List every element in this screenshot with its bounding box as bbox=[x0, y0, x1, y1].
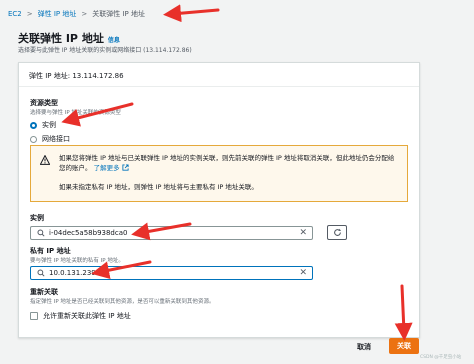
resource-type-label: 资源类型 bbox=[30, 99, 58, 107]
instance-label: 实例 bbox=[30, 214, 44, 222]
clear-icon[interactable]: ✕ bbox=[299, 269, 307, 278]
watermark: CSDN @千足虫小站 bbox=[420, 355, 462, 360]
reassociation-label: 重新关联 bbox=[30, 288, 58, 296]
alert-text-2: 如果未指定私有 IP 地址，则弹性 IP 地址将与主要私有 IP 地址关联。 bbox=[59, 183, 258, 191]
instance-field: 实例 bbox=[30, 213, 44, 223]
private-ip-label: 私有 IP 地址 bbox=[30, 247, 71, 255]
resource-type-section: 资源类型 选择要与弹性 IP 地址关联的资源类型 实例 网络接口 bbox=[30, 98, 121, 144]
associate-button[interactable]: 关联 bbox=[389, 338, 419, 354]
checkbox-icon[interactable] bbox=[30, 312, 38, 320]
page-description: 选择要与此弹性 IP 地址关联的实例或网络接口 (13.114.172.86) bbox=[18, 47, 192, 54]
radio-selected-icon[interactable] bbox=[30, 121, 37, 129]
breadcrumb-separator: > bbox=[81, 10, 88, 18]
radio-instance-label: 实例 bbox=[42, 121, 56, 129]
clear-icon[interactable]: ✕ bbox=[299, 229, 307, 238]
breadcrumb-current: 关联弹性 IP 地址 bbox=[92, 10, 146, 18]
card-heading: 弹性 IP 地址: 13.114.172.86 bbox=[19, 63, 419, 87]
learn-more-label: 了解更多 bbox=[93, 164, 120, 172]
instance-input[interactable]: i-04dec5a58b938dca0 ✕ bbox=[30, 226, 313, 240]
association-card: 弹性 IP 地址: 13.114.172.86 资源类型 选择要与弹性 IP 地… bbox=[18, 62, 420, 338]
search-icon bbox=[37, 229, 45, 237]
breadcrumb-elastic-ips[interactable]: 弹性 IP 地址 bbox=[38, 9, 77, 19]
alert-text-1: 如果您将弹性 IP 地址与已关联弹性 IP 地址的实例关联，则先前关联的弹性 I… bbox=[59, 153, 399, 173]
breadcrumb-ec2[interactable]: EC2 bbox=[8, 10, 22, 18]
private-ip-value: 10.0.131.239 bbox=[49, 269, 96, 277]
allow-reassociation-label: 允许重新关联此弹性 IP 地址 bbox=[43, 312, 131, 320]
private-ip-input[interactable]: 10.0.131.239 ✕ bbox=[30, 266, 313, 280]
annotation-arrow-title bbox=[163, 4, 220, 23]
search-icon bbox=[37, 269, 45, 277]
private-ip-field: 私有 IP 地址 要与弹性 IP 地址关联的私有 IP 地址。 bbox=[30, 246, 124, 264]
resource-type-description: 选择要与弹性 IP 地址关联的资源类型 bbox=[30, 110, 121, 116]
refresh-button[interactable] bbox=[327, 225, 347, 240]
cancel-button[interactable]: 取消 bbox=[357, 342, 371, 352]
instance-value: i-04dec5a58b938dca0 bbox=[49, 229, 128, 237]
radio-instance[interactable]: 实例 bbox=[30, 120, 121, 130]
radio-network-interface[interactable]: 网络接口 bbox=[30, 134, 121, 144]
breadcrumb-separator: > bbox=[26, 10, 33, 18]
reassociation-field: 重新关联 指定弹性 IP 地址是否已经关联到其他资源，是否可以重新关联到其他资源… bbox=[30, 287, 214, 305]
radio-network-interface-label: 网络接口 bbox=[42, 135, 70, 143]
allow-reassociation-checkbox[interactable]: 允许重新关联此弹性 IP 地址 bbox=[30, 311, 131, 321]
warning-icon bbox=[40, 155, 50, 165]
breadcrumb: EC2 > 弹性 IP 地址 > 关联弹性 IP 地址 bbox=[8, 7, 145, 21]
page-title-text: 关联弹性 IP 地址 bbox=[18, 32, 104, 45]
external-link-icon bbox=[122, 164, 129, 171]
radio-unselected-icon[interactable] bbox=[30, 135, 37, 143]
info-link[interactable]: 信息 bbox=[108, 37, 120, 44]
reassociation-description: 指定弹性 IP 地址是否已经关联到其他资源，是否可以重新关联到其他资源。 bbox=[30, 299, 215, 305]
warning-alert: 如果您将弹性 IP 地址与已关联弹性 IP 地址的实例关联，则先前关联的弹性 I… bbox=[30, 145, 408, 202]
private-ip-description: 要与弹性 IP 地址关联的私有 IP 地址。 bbox=[30, 258, 124, 264]
learn-more-link[interactable]: 了解更多 bbox=[94, 164, 129, 172]
page-title: 关联弹性 IP 地址 信息 bbox=[18, 30, 120, 46]
refresh-icon bbox=[333, 228, 341, 236]
